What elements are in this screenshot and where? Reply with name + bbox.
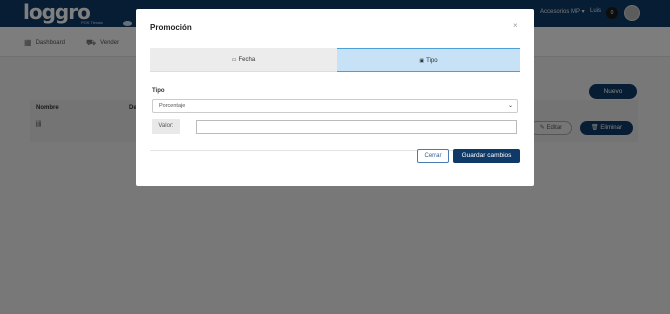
type-icon: ▣ xyxy=(419,58,425,64)
valor-input[interactable] xyxy=(196,120,517,134)
chevron-down-icon: ⌄ xyxy=(507,103,513,109)
tipo-label: Tipo xyxy=(152,88,165,94)
tab-fecha[interactable]: ▭ Fecha xyxy=(150,48,337,72)
tipo-select[interactable]: Porcentaje ⌄ xyxy=(152,99,518,113)
tipo-selected-value: Porcentaje xyxy=(159,103,186,109)
tab-label: Fecha xyxy=(238,57,256,63)
promotion-modal: Promoción × ▭ Fecha ▣ Tipo Tipo Porcentaje… xyxy=(136,9,534,186)
tab-label: Tipo xyxy=(426,58,438,64)
calendar-icon: ▭ xyxy=(231,57,237,63)
valor-label: Valor: xyxy=(152,119,180,134)
modal-title: Promoción xyxy=(150,23,192,32)
modal-tabs: ▭ Fecha ▣ Tipo xyxy=(150,48,520,72)
close-button[interactable]: Cerrar xyxy=(417,149,449,163)
close-icon[interactable]: × xyxy=(513,21,518,30)
tab-tipo[interactable]: ▣ Tipo xyxy=(337,48,520,72)
save-button[interactable]: Guardar cambios xyxy=(453,149,520,163)
